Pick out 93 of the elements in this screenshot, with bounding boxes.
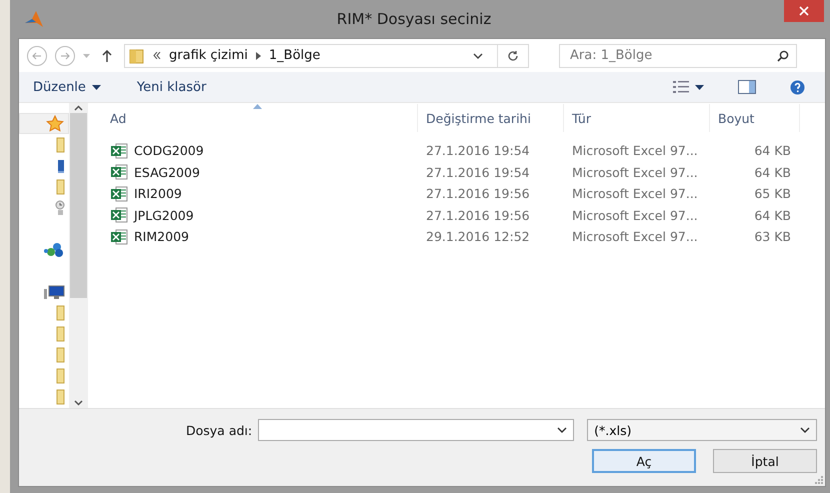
caret-icon [92,84,101,90]
pane-icon [738,80,756,94]
file-size: 64 KB [753,164,792,180]
star-icon [46,115,64,132]
forward-button[interactable] [55,46,75,66]
left-arrow-icon [32,52,42,60]
window-title: RIM* Dosyası seciniz [336,10,492,28]
organize-menu-button[interactable]: Düzenle [31,78,103,96]
file-size: 64 KB [753,143,792,158]
file-type: Microsoft Excel 97... [571,208,699,223]
file-type-dropdown[interactable]: (*.xls) [587,419,818,441]
help-icon [790,80,805,94]
folder-icon [56,326,65,342]
chevron-down-icon [557,427,568,433]
file-name: CODG2009 [134,143,204,158]
modified-date: 27.1.2016 19:56 [425,186,531,202]
file-name-label: Dosya adı: [186,422,252,438]
folder-icon [56,178,65,195]
folder-icon [56,136,65,153]
right-arrow-icon [60,52,70,60]
file-row[interactable]: ESAG2009 27.1.2016 19:54 Microsoft Excel 97... 64 KB [88,162,825,183]
file-type: Microsoft Excel 97... [571,164,699,180]
up-button[interactable] [102,50,112,62]
breadcrumb-link[interactable]: 1_Bölge [268,48,320,63]
modified-date: 29.1.2016 12:52 [425,229,531,244]
double-chevron-icon [153,52,161,59]
column-header[interactable]: Tür [564,104,710,132]
network-icon [43,242,65,258]
folder-icon [56,368,65,384]
scroll-down-button[interactable] [72,398,85,408]
file-row[interactable]: RIM2009 29.1.2016 12:52 Microsoft Excel 97... 63 KB [88,226,825,248]
clock-icon [55,200,65,216]
file-size: 63 KB [753,229,792,244]
folder-icon [129,48,145,64]
cancel-button[interactable]: İptal [713,449,817,473]
computer-icon [43,284,65,300]
file-type: Microsoft Excel 97... [571,143,699,158]
chevron-down-icon [74,400,83,406]
preview-pane-button[interactable] [736,78,758,96]
file-name: JPLG2009 [134,208,194,223]
caret-icon [83,54,90,58]
file-size: 64 KB [753,208,792,223]
spreadsheet-file-icon [110,164,128,180]
view-options-button[interactable] [671,79,706,95]
file-row[interactable]: IRI2009 27.1.2016 19:56 Microsoft Excel 97... 65 KB [88,183,825,204]
folder-icon [56,347,65,364]
list-view-icon [673,81,689,93]
spreadsheet-file-icon [110,142,128,159]
spreadsheet-file-icon [110,228,128,245]
file-name: ESAG2009 [134,164,200,180]
column-header[interactable]: Boyut [710,104,800,132]
modified-date: 27.1.2016 19:56 [425,208,531,223]
sort-arrow-icon [252,104,262,109]
file-row[interactable]: JPLG2009 27.1.2016 19:56 Microsoft Excel 97... 64 KB [88,204,825,226]
column-header[interactable]: Ad [88,104,418,132]
folder-icon [56,389,65,406]
refresh-icon [507,50,519,62]
scrollbar[interactable] [69,103,88,408]
file-size: 65 KB [753,186,792,202]
close-button[interactable] [784,0,824,22]
address-bar[interactable]: grafik çizimi 1_Bölge [124,44,529,68]
file-type: Microsoft Excel 97... [571,186,699,202]
modified-date: 27.1.2016 19:54 [425,164,531,180]
scrollbar-thumb[interactable] [70,113,87,298]
column-header[interactable]: Değiştirme tarihi [418,104,564,132]
file-type: Microsoft Excel 97... [571,229,699,244]
spreadsheet-file-icon [110,207,128,224]
search-field[interactable]: Ara: 1_Bölge [559,44,797,68]
search-icon [777,50,789,62]
open-button[interactable]: Aç [592,449,696,473]
help-button[interactable] [788,78,807,96]
chevron-down-icon [473,52,483,58]
resize-grip-icon [815,476,823,484]
history-dropdown-button[interactable] [83,54,90,58]
new-folder-button[interactable]: Yeni klasör [134,78,208,96]
spreadsheet-file-icon [110,186,128,202]
breadcrumb-link[interactable]: grafik çizimi [169,48,248,63]
file-name: RIM2009 [134,229,189,244]
desktop-icon [57,158,65,173]
chevron-up-icon [74,105,83,111]
file-name: IRI2009 [134,186,182,202]
up-arrow-icon [102,50,112,62]
chevron-down-icon [800,427,810,433]
close-icon [799,6,809,16]
scroll-up-button[interactable] [72,103,85,113]
app-logo-icon [24,10,44,28]
modified-date: 27.1.2016 19:54 [425,143,531,158]
folder-icon [56,305,65,322]
caret-icon [695,84,704,90]
back-button[interactable] [27,46,47,66]
file-row[interactable]: CODG2009 27.1.2016 19:54 Microsoft Excel 97... 64 KB [88,140,825,162]
file-name-field[interactable] [258,419,574,441]
breadcrumb-arrow-icon [256,52,261,60]
